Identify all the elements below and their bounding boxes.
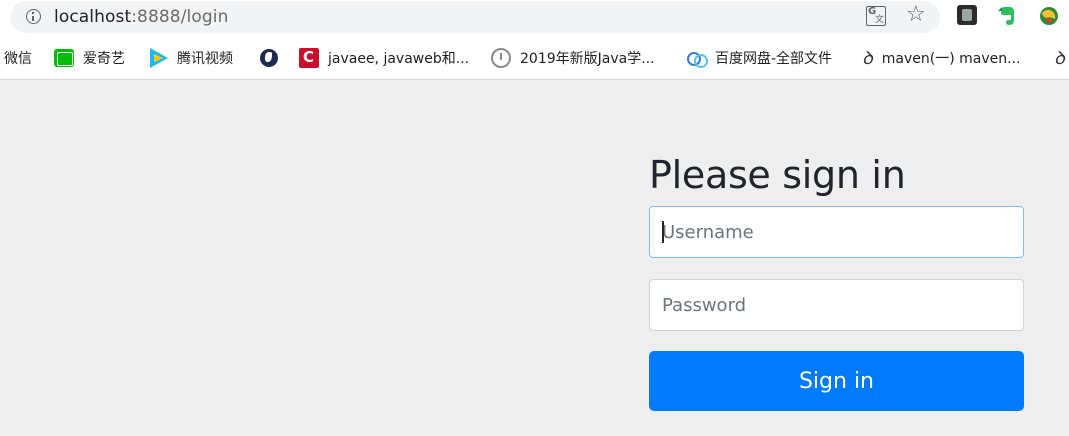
password-input[interactable] [649,279,1024,331]
bookmark-csdn[interactable]: javaee, javaweb和... [299,44,469,72]
toolbar-icons: ☆ [866,4,1066,29]
extension-globe-icon[interactable] [1038,5,1060,27]
maven-icon: ꝺ [862,48,873,69]
translate-icon[interactable] [866,6,886,26]
bookmark-maven[interactable]: ꝺ maven(一) maven... [862,44,1021,72]
bookmark-label: javaee, javaweb和... [328,51,470,67]
bookmark-label: 腾讯视频 [177,51,233,67]
bookmark-label: 2019年新版Java学... [520,51,655,67]
star-icon[interactable]: ☆ [906,4,928,26]
browser-chrome: localhost:8888/login ☆ 微信 爱奇艺 [0,0,1069,80]
bookmark-wechat[interactable]: 微信 [4,44,32,72]
bookmark-java-course[interactable]: 2019年新版Java学... [491,44,655,72]
evernote-icon[interactable] [997,5,1017,27]
bookmark-label: 爱奇艺 [83,51,125,67]
bookmark-label: maven(一) maven... [881,51,1021,67]
bookmark-maven-2[interactable]: ꝺ [1054,44,1069,72]
bookmarks-bar: 微信 爱奇艺 腾讯视频 javaee, javaweb和... 2019年新版J… [0,44,1069,72]
baidu-pan-icon [686,50,708,68]
globe-icon [260,49,278,67]
url-text[interactable]: localhost:8888/login [54,7,228,27]
bookmark-label: 微信 [4,51,32,67]
text-caret [662,221,664,243]
csdn-icon [299,48,319,68]
clock-icon [491,48,511,68]
info-icon[interactable] [26,9,41,24]
bookmark-tencent-video[interactable]: 腾讯视频 [150,44,233,72]
bookmark-iqiyi[interactable]: 爱奇艺 [54,44,125,72]
bookmark-baidu-pan[interactable]: 百度网盘-全部文件 [686,44,832,72]
bookmark-globe[interactable] [260,44,287,72]
url-path: :8888/login [131,7,229,27]
iqiyi-icon [54,49,74,67]
page-title: Please sign in [649,153,906,197]
tencent-video-icon [150,48,168,68]
username-input[interactable] [649,206,1024,258]
address-bar[interactable]: localhost:8888/login [10,1,940,33]
sign-in-button[interactable]: Sign in [649,351,1024,411]
extension-icon[interactable] [957,5,977,25]
url-host: localhost [54,7,132,27]
maven-icon: ꝺ [1054,48,1065,69]
page-content: Please sign in Sign in [0,81,1069,436]
bookmark-label: 百度网盘-全部文件 [715,51,833,67]
